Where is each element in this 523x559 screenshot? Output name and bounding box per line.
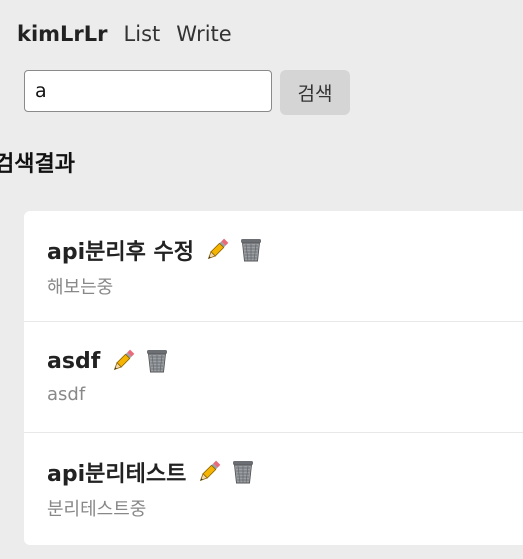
nav-link-list[interactable]: List [124,22,161,46]
brand-logo[interactable]: kimLrLr [17,22,108,46]
pencil-icon[interactable] [202,235,232,265]
post-title[interactable]: api분리후 수정 [47,234,194,266]
post-title[interactable]: api분리테스트 [47,456,186,488]
post-title-row: asdf [47,346,523,376]
post-content: 분리테스트중 [47,499,147,520]
post-content: 해보는중 [47,277,114,298]
search-bar: 검색 [24,70,350,115]
results-heading: 검색결과 [0,152,75,177]
search-input[interactable] [24,70,272,112]
search-button[interactable]: 검색 [280,70,350,115]
results-list: api분리후 수정 해보는중 asdf asdf api분리테스트 분리테스트중 [24,211,523,545]
post-item: api분리후 수정 해보는중 [24,211,523,322]
post-title-row: api분리후 수정 [47,235,523,265]
top-nav: kimLrLr List Write [17,18,232,50]
pencil-icon[interactable] [108,346,138,376]
post-title[interactable]: asdf [47,349,100,374]
wastebasket-icon[interactable] [228,457,258,487]
wastebasket-icon[interactable] [236,235,266,265]
post-item: asdf asdf [24,322,523,433]
post-content: asdf [47,384,86,405]
post-item: api분리테스트 분리테스트중 [24,433,523,544]
wastebasket-icon[interactable] [142,346,172,376]
post-title-row: api분리테스트 [47,457,523,487]
pencil-icon[interactable] [194,457,224,487]
nav-link-write[interactable]: Write [176,22,231,46]
